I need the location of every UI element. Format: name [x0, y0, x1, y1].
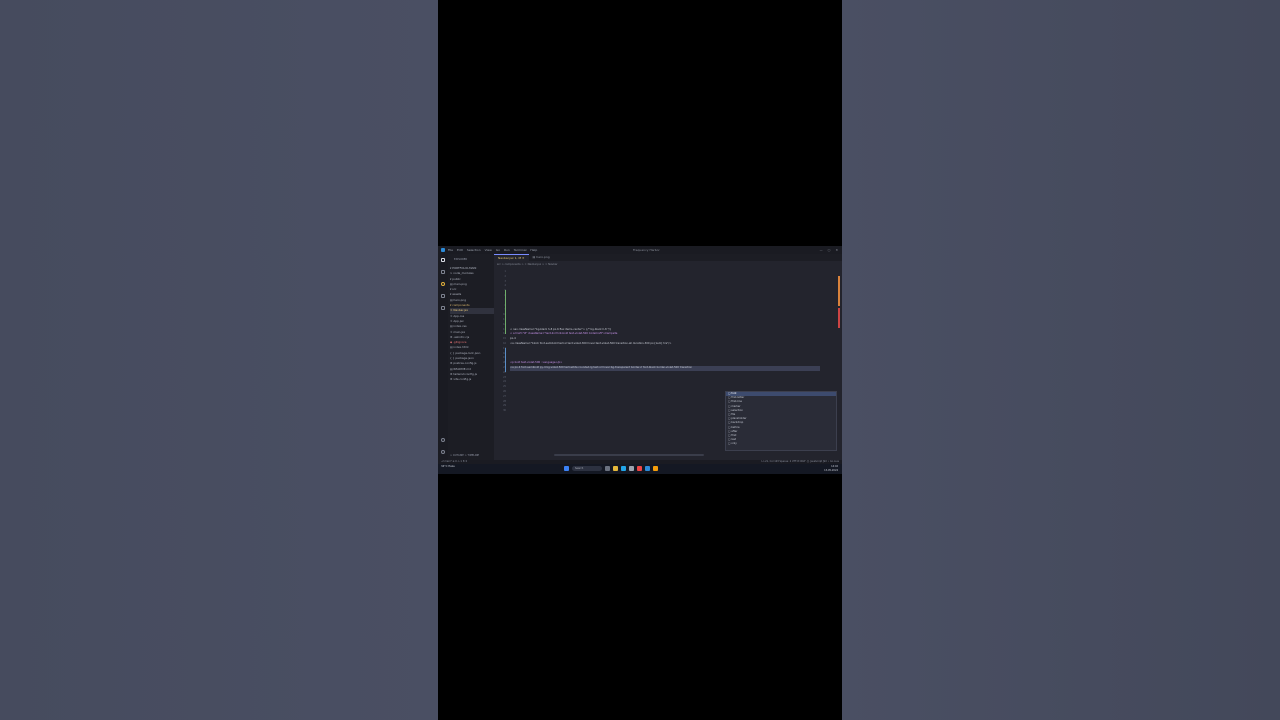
chrome-icon[interactable]: [653, 466, 658, 471]
activity-bar: [438, 254, 448, 460]
file-explorer-icon[interactable]: [613, 466, 618, 471]
vscode-window: File Edit Selection View Go Run Terminal…: [438, 246, 842, 474]
git-modified-indicator: [505, 348, 506, 372]
close-button[interactable]: ✕: [835, 248, 838, 252]
explorer-title: EXPLORER: [454, 258, 468, 261]
blurred-background-right: [842, 0, 1280, 720]
minimap-scroll-marker: [838, 276, 840, 306]
gear-icon[interactable]: [441, 450, 445, 454]
run-debug-icon[interactable]: [441, 294, 445, 298]
editor-area: Navbar.jsx 1, M ✕ ▤ hero.png src > compon…: [494, 254, 842, 460]
weather-widget[interactable]: 34°C Haze: [441, 465, 455, 469]
minimize-button[interactable]: —: [820, 248, 823, 252]
menu-file[interactable]: File: [448, 248, 453, 252]
autocomplete-suggestions[interactable]: ▢ font ▢ first-letter ▢ first-line ▢ marker…: [725, 391, 837, 451]
windows-taskbar: 34°C Haze Search 14:02 13-05-2024: [438, 464, 842, 474]
task-view-icon[interactable]: [605, 466, 610, 471]
blurred-background-left: [0, 0, 438, 720]
tree-item[interactable]: ⚙ vite.config.js: [450, 377, 494, 382]
suggestion-item[interactable]: ▢ only: [726, 442, 836, 446]
minimap[interactable]: [816, 276, 840, 336]
menu-edit[interactable]: Edit: [457, 248, 463, 252]
edge-icon[interactable]: [621, 466, 626, 471]
menu-bar: File Edit Selection View Go Run Terminal…: [448, 248, 537, 252]
video-frame: File Edit Selection View Go Run Terminal…: [438, 0, 842, 720]
vscode-taskbar-icon[interactable]: [645, 466, 650, 471]
taskbar-clock[interactable]: 14:02 13-05-2024: [824, 465, 838, 473]
explorer-sidebar: EXPLORER ▾ PORTFOLIO-MAIN > node_modules…: [448, 254, 494, 460]
editor-tabs: Navbar.jsx 1, M ✕ ▤ hero.png: [494, 254, 842, 261]
window-controls: — ▢ ✕: [820, 248, 838, 252]
vscode-logo-icon: [441, 248, 445, 252]
file-tree: ▾ PORTFOLIO-MAIN > node_modules ▾ public…: [450, 266, 494, 383]
window-title: Frequency Harbor: [633, 248, 660, 252]
taskbar-icons: Search: [564, 466, 658, 471]
store-icon[interactable]: [629, 466, 634, 471]
start-icon[interactable]: [564, 466, 569, 471]
search-icon[interactable]: [441, 270, 445, 274]
git-added-indicator: [505, 290, 506, 334]
menu-view[interactable]: View: [485, 248, 492, 252]
editor-tab[interactable]: ▤ hero.png: [529, 254, 554, 261]
breadcrumb[interactable]: src > components > ⚛ Navbar.jsx > ⚛ Navb…: [497, 263, 558, 266]
account-icon[interactable]: [441, 438, 445, 442]
menu-go[interactable]: Go: [496, 248, 500, 252]
menu-terminal[interactable]: Terminal: [514, 248, 527, 252]
menu-selection[interactable]: Selection: [467, 248, 481, 252]
horizontal-scrollbar[interactable]: [554, 454, 704, 456]
menu-help[interactable]: Help: [530, 248, 537, 252]
minimap-error-marker: [838, 308, 840, 328]
line-number: 30: [503, 409, 506, 413]
editor-tab[interactable]: Navbar.jsx 1, M ✕: [494, 254, 529, 261]
clock-date: 13-05-2024: [824, 469, 838, 472]
title-bar: File Edit Selection View Go Run Terminal…: [438, 246, 842, 254]
outline-section[interactable]: > OUTLINE > TIMELINE: [450, 454, 479, 457]
maximize-button[interactable]: ▢: [828, 248, 831, 252]
extensions-icon[interactable]: [441, 306, 445, 310]
source-control-icon[interactable]: [441, 282, 445, 286]
menu-run[interactable]: Run: [504, 248, 510, 252]
app-icon[interactable]: [637, 466, 642, 471]
explorer-icon[interactable]: [441, 258, 445, 262]
taskbar-search[interactable]: Search: [572, 466, 602, 471]
